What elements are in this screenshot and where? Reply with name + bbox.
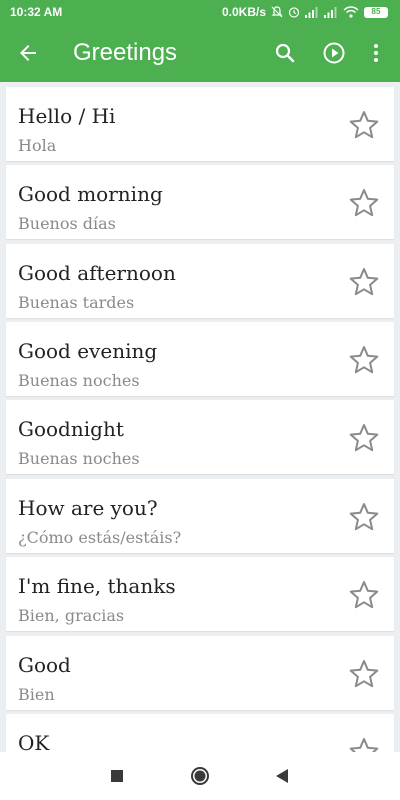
star-outline-icon[interactable]: [348, 501, 380, 533]
star-outline-icon[interactable]: [348, 187, 380, 219]
phrase-text: Good morning: [18, 182, 163, 206]
star-outline-icon[interactable]: [348, 109, 380, 141]
network-speed: 0.0KB/s: [221, 5, 266, 19]
phrase-text: Good afternoon: [18, 261, 176, 285]
status-bar: 10:32 AM 0.0KB/s 85: [0, 0, 400, 24]
translation-text: ¿Cómo estás/estáis?: [18, 528, 182, 547]
list-item[interactable]: Good evening Buenas noches: [6, 322, 394, 396]
star-outline-icon[interactable]: [348, 579, 380, 611]
phrase-text: Good: [18, 653, 71, 677]
translation-text: Buenas noches: [18, 449, 140, 468]
battery-icon: 85: [364, 6, 388, 18]
phrase-list[interactable]: Hello / Hi Hola Good morning Buenos días…: [0, 82, 400, 752]
status-icons: 0.0KB/s 85: [222, 5, 388, 19]
list-item[interactable]: Good Bien: [6, 636, 394, 710]
alarm-icon: [288, 7, 300, 18]
page-title: Greetings: [73, 39, 178, 66]
signal-icon: [324, 7, 337, 18]
list-item[interactable]: I'm fine, thanks Bien, gracias: [6, 557, 394, 631]
list-item[interactable]: Hello / Hi Hola: [6, 87, 394, 161]
phrase-text: How are you?: [18, 496, 158, 520]
star-outline-icon[interactable]: [348, 344, 380, 376]
phrase-text: Goodnight: [18, 417, 124, 441]
list-item[interactable]: Goodnight Buenas noches: [6, 400, 394, 474]
wifi-icon: [343, 6, 359, 18]
phrase-text: I'm fine, thanks: [18, 574, 176, 598]
translation-text: Bien: [18, 685, 55, 704]
phrase-text: Good evening: [18, 339, 158, 363]
home-icon[interactable]: [190, 766, 210, 786]
list-item[interactable]: OK: [6, 714, 394, 752]
back-icon[interactable]: [275, 768, 289, 784]
list-item[interactable]: Good morning Buenos días: [6, 165, 394, 239]
star-outline-icon[interactable]: [348, 658, 380, 690]
mute-icon: [271, 6, 283, 18]
back-arrow-icon[interactable]: [16, 41, 40, 65]
status-time: 10:32 AM: [10, 5, 63, 19]
list-item[interactable]: Good afternoon Buenas tardes: [6, 244, 394, 318]
list-item[interactable]: How are you? ¿Cómo estás/estáis?: [6, 479, 394, 553]
translation-text: Hola: [18, 136, 57, 155]
translation-text: Buenas tardes: [18, 293, 135, 312]
search-icon[interactable]: [273, 41, 297, 65]
recent-apps-icon[interactable]: [111, 770, 123, 782]
more-vert-icon[interactable]: [368, 41, 384, 65]
translation-text: Buenos días: [18, 214, 116, 233]
navigation-bar: [0, 752, 400, 800]
star-outline-icon[interactable]: [348, 736, 380, 752]
translation-text: Buenas noches: [18, 371, 140, 390]
star-outline-icon[interactable]: [348, 266, 380, 298]
phrase-text: Hello / Hi: [18, 104, 116, 128]
star-outline-icon[interactable]: [348, 422, 380, 454]
signal-icon: [305, 7, 318, 18]
app-bar: Greetings: [0, 24, 400, 82]
play-icon[interactable]: [322, 41, 346, 65]
translation-text: Bien, gracias: [18, 606, 125, 625]
phrase-text: OK: [18, 731, 50, 752]
